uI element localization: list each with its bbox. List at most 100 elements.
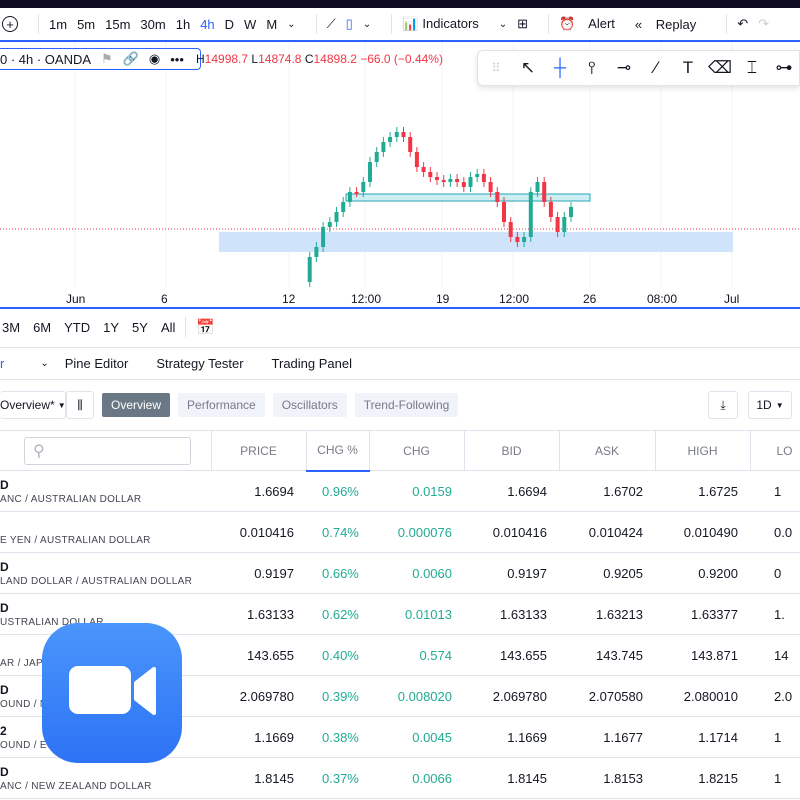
indicators-button[interactable]: 📊 Indicators	[402, 16, 489, 32]
chip-oscillators[interactable]: Oscillators	[272, 393, 347, 417]
chevron-down-icon[interactable]: ⌄	[363, 19, 371, 30]
interval-dropdown[interactable]: 1D ▼	[748, 391, 792, 419]
cell: 0.9197	[464, 552, 559, 594]
cell: 143.655	[211, 634, 306, 676]
interval-W[interactable]: W	[244, 17, 256, 32]
cell: 0.9200	[655, 552, 750, 594]
candle-body	[555, 217, 560, 232]
cell: 2.069780	[211, 675, 306, 717]
interval-M[interactable]: M	[266, 17, 277, 32]
column-header[interactable]: PRICE	[211, 430, 307, 471]
cell: 0.66%	[306, 552, 369, 594]
symbol-cell[interactable]: D ANC / NEW ZEALAND DOLLAR	[0, 757, 211, 799]
chip-trend-following[interactable]: Trend-Following	[354, 393, 459, 417]
chart-pane[interactable]: 0 · 4h · OANDA ⚑ 🔗 ◉ ••• H14998.7 L14874…	[0, 40, 800, 309]
cell: 0.62%	[306, 593, 369, 635]
chip-performance[interactable]: Performance	[178, 393, 265, 417]
range-5y[interactable]: 5Y	[132, 320, 148, 335]
tab-pine-editor[interactable]: Pine Editor	[65, 356, 129, 371]
chip-overview[interactable]: Overview	[102, 393, 171, 417]
measure-icon[interactable]: ⌶	[740, 58, 764, 78]
interval-5m[interactable]: 5m	[77, 17, 95, 32]
candle-body	[522, 237, 527, 242]
interval-D[interactable]: D	[225, 17, 234, 32]
columns-icon[interactable]: ⫼	[66, 391, 94, 419]
column-header[interactable]: CHG %	[306, 430, 370, 472]
chevron-down-icon[interactable]: ⌄	[499, 19, 507, 30]
candle-body	[455, 179, 460, 182]
cell: 14	[750, 634, 800, 676]
candle-body	[368, 162, 372, 182]
tab-trading-panel[interactable]: Trading Panel	[272, 356, 352, 371]
more-icon[interactable]: •••	[170, 52, 184, 67]
interval-1m[interactable]: 1m	[49, 17, 67, 32]
interval-15m[interactable]: 15m	[105, 17, 130, 32]
symbol-legend[interactable]: 0 · 4h · OANDA ⚑ 🔗 ◉ •••	[0, 48, 201, 70]
flag-icon[interactable]: ⚑	[101, 51, 113, 67]
symbol-cell[interactable]: D LAND DOLLAR / AUSTRALIAN DOLLAR	[0, 552, 211, 594]
column-header[interactable]: BID	[464, 430, 560, 471]
tab-strategy-tester[interactable]: Strategy Tester	[156, 356, 243, 371]
eraser-icon[interactable]: ⌫	[708, 58, 732, 78]
candles-icon[interactable]: ▯	[346, 16, 353, 32]
candle-body	[321, 227, 326, 247]
table-row[interactable]: D ANC / AUSTRALIAN DOLLAR 1.6694 0.96% 0.015…	[0, 470, 800, 512]
range-1y[interactable]: 1Y	[103, 320, 119, 335]
candle-body	[535, 182, 540, 192]
cell: 1.	[750, 593, 800, 635]
download-icon[interactable]: ⤓	[708, 391, 738, 419]
interval-30m[interactable]: 30m	[140, 17, 165, 32]
text-icon[interactable]: T	[676, 58, 700, 78]
link-icon[interactable]: 🔗	[123, 51, 139, 67]
undo-icon[interactable]: ↶	[737, 16, 748, 32]
candle-body	[488, 182, 493, 192]
column-header[interactable]: LO	[750, 430, 800, 471]
range-all[interactable]: All	[161, 320, 175, 335]
trend-line-icon[interactable]: ⁄	[644, 58, 668, 78]
vertical-line-icon[interactable]: ⫯	[580, 58, 604, 78]
search-input[interactable]: ⚲	[24, 436, 191, 465]
line-chart-icon[interactable]: ⟋	[327, 16, 336, 32]
drag-handle-icon[interactable]: ⠿	[484, 61, 508, 75]
candle-body	[461, 182, 466, 187]
column-header[interactable]: CHG	[369, 430, 465, 471]
cell: 143.745	[559, 634, 655, 676]
table-row[interactable]: D LAND DOLLAR / AUSTRALIAN DOLLAR 0.9197 0.…	[0, 552, 800, 594]
caret-down-icon: ▼	[57, 400, 66, 410]
cell: 1.8215	[655, 757, 750, 799]
interval-1h[interactable]: 1h	[176, 17, 190, 32]
search-icon: ⚲	[33, 442, 45, 460]
candle-body	[435, 177, 439, 180]
add-symbol-icon[interactable]: +	[2, 16, 18, 32]
chevron-down-icon[interactable]: ⌄	[40, 358, 48, 369]
cell: 0.010416	[464, 511, 559, 553]
top-toolbar: + 1m 5m 15m 30m 1h 4h D W M ⌄ ⟋ ▯ ⌄ 📊 Indicators …	[0, 8, 800, 40]
search-header: ⚲	[0, 430, 212, 471]
crosshair-icon[interactable]: ┼	[548, 58, 572, 78]
horizontal-line-icon[interactable]: ⊶	[772, 58, 796, 78]
layouts-icon[interactable]: ⊞	[517, 16, 528, 32]
horizontal-ray-icon[interactable]: ⊸	[612, 58, 636, 78]
cursor-icon[interactable]: ↖	[516, 58, 540, 78]
table-row[interactable]: D ANC / NEW ZEALAND DOLLAR 1.8145 0.37% 0.00…	[0, 757, 800, 799]
column-header[interactable]: ASK	[559, 430, 656, 471]
alert-button[interactable]: ⏰ Alert	[559, 16, 625, 32]
chevron-down-icon[interactable]: ⌄	[287, 19, 295, 30]
table-row[interactable]: E YEN / AUSTRALIAN DOLLAR 0.010416 0.74% 0.…	[0, 511, 800, 553]
column-header[interactable]: HIGH	[655, 430, 751, 471]
range-6m[interactable]: 6M	[33, 320, 51, 335]
symbol-cell[interactable]: D ANC / AUSTRALIAN DOLLAR	[0, 470, 211, 512]
interval-4h[interactable]: 4h	[200, 17, 214, 32]
range-3m[interactable]: 3M	[2, 320, 20, 335]
redo-icon[interactable]: ↷	[758, 16, 769, 32]
symbol-label[interactable]: 0 · 4h · OANDA	[0, 52, 91, 67]
preset-dropdown[interactable]: Overview* ▼	[0, 391, 66, 419]
eye-icon[interactable]: ◉	[149, 51, 160, 67]
cell: 1.1669	[211, 716, 306, 758]
candle-body	[341, 202, 346, 212]
tab-screener[interactable]: r	[0, 356, 32, 371]
range-ytd[interactable]: YTD	[64, 320, 90, 335]
calendar-icon[interactable]: 📅	[196, 318, 215, 336]
symbol-cell[interactable]: E YEN / AUSTRALIAN DOLLAR	[0, 511, 211, 553]
replay-button[interactable]: « Replay	[635, 17, 706, 32]
